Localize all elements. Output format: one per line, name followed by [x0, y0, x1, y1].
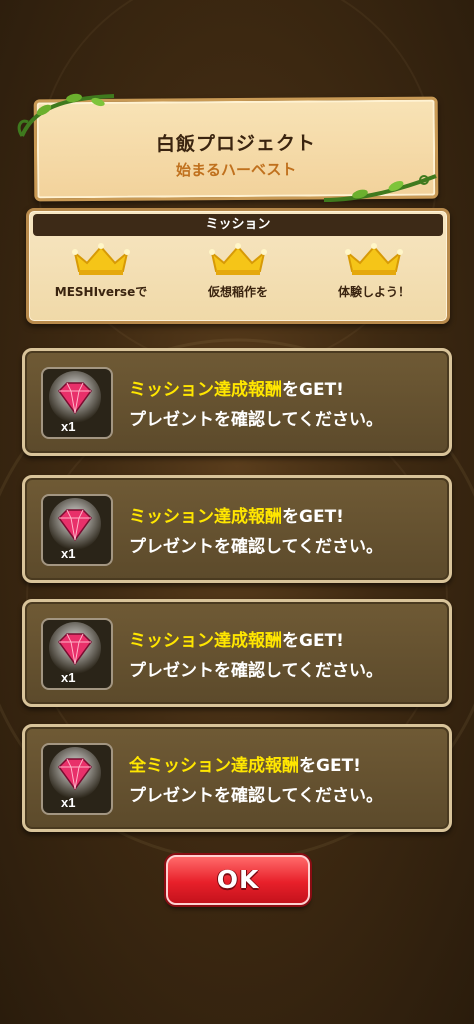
gem-qty: x1: [61, 419, 75, 434]
crown-icon: [72, 243, 130, 275]
mission-item-2: 仮想稲作を: [178, 241, 298, 300]
reward-title-highlight: ミッション達成報酬: [129, 507, 282, 527]
gem-icon: x1: [49, 622, 101, 685]
mission-item-label: 体験しよう！: [337, 285, 410, 299]
gem-reward-item: x1: [41, 367, 113, 439]
reward-title-highlight: ミッション達成報酬: [129, 631, 282, 651]
reward-row-2: x1 ミッション達成報酬をGET! プレゼントを確認してください。: [22, 475, 452, 583]
gem-qty: x1: [61, 795, 75, 810]
gem-reward-item: x1: [41, 743, 113, 815]
crown-icon: [209, 243, 267, 275]
mission-item-3: 体験しよう！: [314, 241, 434, 300]
reward-title-highlight: ミッション達成報酬: [129, 380, 282, 400]
gem-qty: x1: [61, 670, 75, 685]
reward-row-4: x1 全ミッション達成報酬をGET! プレゼントを確認してください。: [22, 724, 452, 832]
reward-description: プレゼントを確認してください。: [129, 410, 383, 430]
reward-description: プレゼントを確認してください。: [129, 661, 383, 681]
ok-button[interactable]: OK: [166, 855, 310, 905]
reward-title-tail: をGET!: [282, 631, 344, 651]
reward-title-tail: をGET!: [282, 507, 344, 527]
gem-icon: x1: [49, 747, 101, 810]
gem-icon: x1: [49, 371, 101, 434]
reward-description: プレゼントを確認してください。: [129, 537, 383, 557]
mission-item-label: MESHIverseで: [54, 285, 148, 299]
vine-decoration-left: [17, 93, 115, 137]
vine-decoration-right: [323, 174, 437, 202]
reward-title-highlight: 全ミッション達成報酬: [129, 756, 299, 776]
mission-header: ミッション: [33, 214, 443, 236]
reward-title-tail: をGET!: [299, 756, 361, 776]
gem-icon: x1: [49, 498, 101, 561]
mission-item-1: MESHIverseで: [41, 241, 161, 300]
reward-description: プレゼントを確認してください。: [129, 786, 383, 806]
gem-qty: x1: [61, 546, 75, 561]
gem-reward-item: x1: [41, 618, 113, 690]
reward-title-tail: をGET!: [282, 380, 344, 400]
mission-panel: ミッション MESHIverseで 仮想稲作を 体験しよう！: [26, 208, 450, 324]
reward-row-3: x1 ミッション達成報酬をGET! プレゼントを確認してください。: [22, 599, 452, 707]
gem-reward-item: x1: [41, 494, 113, 566]
reward-row-1: x1 ミッション達成報酬をGET! プレゼントを確認してください。: [22, 348, 452, 456]
mission-item-label: 仮想稲作を: [207, 285, 268, 299]
crown-icon: [345, 243, 403, 275]
